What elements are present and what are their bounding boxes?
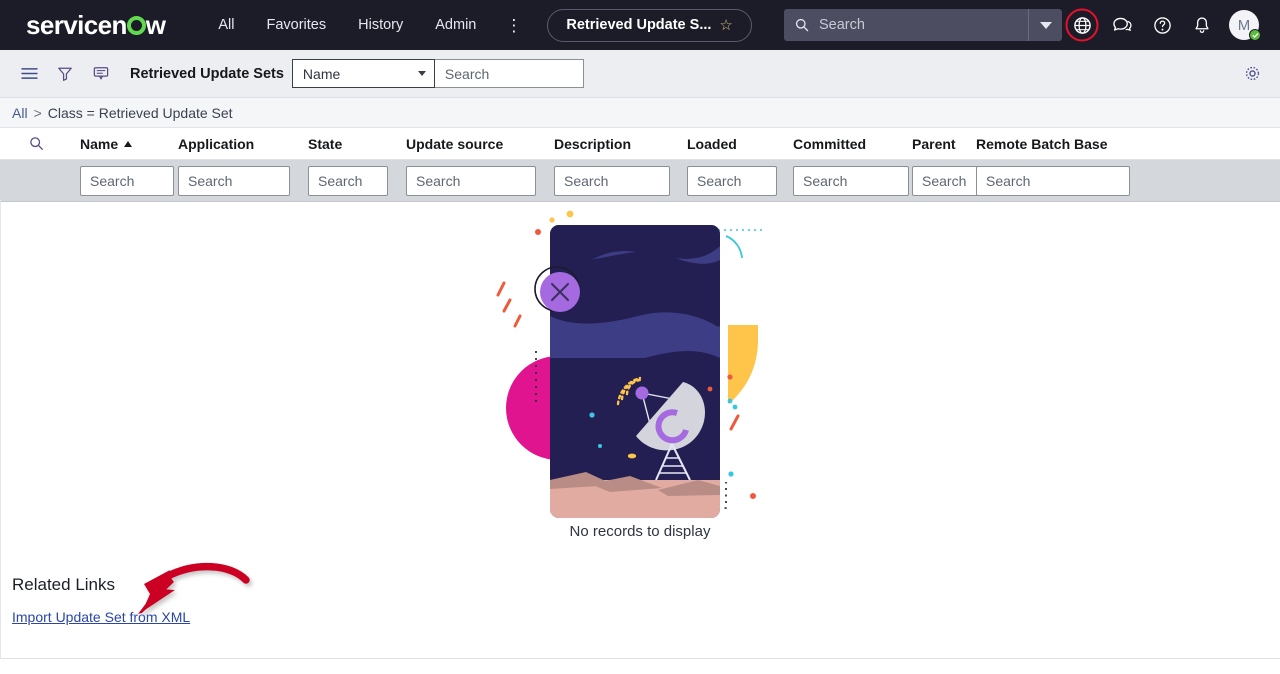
column-header-update-source[interactable]: Update source <box>398 136 546 152</box>
gear-icon <box>1244 65 1261 82</box>
column-header-application[interactable]: Application <box>170 136 300 152</box>
global-search-input[interactable]: Search <box>784 9 1028 41</box>
logo-o-icon <box>127 16 146 35</box>
satellite-dish-illustration <box>490 208 790 518</box>
filter-input-state[interactable]: Search <box>308 166 388 196</box>
annotation-button[interactable] <box>86 59 116 89</box>
filter-input-remote-batch-base[interactable]: Search <box>976 166 1130 196</box>
filter-input-application-placeholder: Search <box>188 173 232 189</box>
column-header-name-label: Name <box>80 136 118 152</box>
footer-rule <box>0 658 1280 659</box>
search-icon <box>795 18 809 32</box>
column-header-parent[interactable]: Parent <box>904 136 968 152</box>
search-field-select[interactable]: Name <box>292 59 435 88</box>
column-header-remote-batch-base[interactable]: Remote Batch Base <box>968 136 1128 152</box>
servicenow-logo[interactable]: servicen w <box>26 10 165 41</box>
search-icon <box>29 136 44 151</box>
help-button[interactable] <box>1142 5 1182 45</box>
filter-input-update-source[interactable]: Search <box>406 166 536 196</box>
chevron-down-icon <box>1040 22 1052 29</box>
filter-input-committed[interactable]: Search <box>793 166 909 196</box>
related-link-import-update-set-from-xml[interactable]: Import Update Set from XML <box>12 609 190 625</box>
column-header-description[interactable]: Description <box>546 136 679 152</box>
breadcrumb: All > Class = Retrieved Update Set <box>0 98 1280 128</box>
logo-text-last: w <box>146 10 166 41</box>
filter-button[interactable] <box>50 59 80 89</box>
top-navigation-bar: servicen w All Favorites History Admin ⋮ … <box>0 0 1280 50</box>
records-table: Name Application State Update source Des… <box>0 128 1280 202</box>
search-field-value: Name <box>303 66 340 82</box>
nav-item-admin[interactable]: Admin <box>419 11 492 39</box>
table-filter-row: Search Search Search Search Search Searc <box>0 160 1280 202</box>
open-tab-retrieved-update-sets[interactable]: Retrieved Update S... ☆ <box>547 9 752 42</box>
globe-icon <box>1073 16 1092 35</box>
filter-input-remote-batch-base-placeholder: Search <box>986 173 1030 189</box>
global-search-dropdown-button[interactable] <box>1028 9 1062 41</box>
hamburger-menu-icon <box>21 67 38 80</box>
filter-funnel-icon <box>57 66 73 82</box>
user-avatar-button[interactable]: M <box>1222 5 1266 45</box>
empty-state: No records to display <box>0 202 1280 562</box>
list-title: Retrieved Update Sets <box>130 66 284 82</box>
conversations-icon <box>1112 16 1133 35</box>
table-search-toggle-button[interactable] <box>20 136 52 151</box>
tab-label: Retrieved Update S... <box>566 17 711 33</box>
list-toolbar: Retrieved Update Sets Name Search <box>0 50 1280 98</box>
conversations-button[interactable] <box>1102 5 1142 45</box>
breadcrumb-condition[interactable]: Class = Retrieved Update Set <box>48 105 233 121</box>
list-search-input[interactable]: Search <box>435 59 584 88</box>
empty-state-message: No records to display <box>570 523 711 540</box>
check-icon <box>1252 32 1259 39</box>
column-header-committed[interactable]: Committed <box>785 136 904 152</box>
filter-input-name-placeholder: Search <box>90 173 134 189</box>
list-menu-button[interactable] <box>14 59 44 89</box>
language-globe-button[interactable] <box>1062 5 1102 45</box>
list-settings-button[interactable] <box>1238 60 1266 88</box>
top-nav-right-cluster: Search <box>784 5 1266 45</box>
filter-input-name[interactable]: Search <box>80 166 174 196</box>
primary-nav-links: All Favorites History Admin ⋮ Retrieved … <box>202 9 752 42</box>
online-status-badge <box>1249 29 1261 41</box>
chevron-down-icon <box>418 71 426 76</box>
nav-item-all[interactable]: All <box>202 11 250 39</box>
column-header-state[interactable]: State <box>300 136 398 152</box>
bell-icon <box>1193 16 1211 35</box>
logo-text-first: servicen <box>26 10 127 41</box>
filter-input-state-placeholder: Search <box>318 173 362 189</box>
filter-input-loaded-placeholder: Search <box>697 173 741 189</box>
content-left-rule <box>0 200 1 658</box>
filter-input-loaded[interactable]: Search <box>687 166 777 196</box>
breadcrumb-item-all[interactable]: All <box>12 105 28 121</box>
help-icon <box>1153 16 1172 35</box>
sort-ascending-icon <box>124 141 132 147</box>
column-header-name[interactable]: Name <box>60 136 170 152</box>
no-records-illustration <box>490 208 790 518</box>
speech-bubble-icon <box>93 66 109 81</box>
filter-input-committed-placeholder: Search <box>803 173 847 189</box>
filter-input-parent-placeholder: Search <box>922 173 966 189</box>
filter-input-update-source-placeholder: Search <box>416 173 460 189</box>
filter-input-description[interactable]: Search <box>554 166 670 196</box>
notifications-button[interactable] <box>1182 5 1222 45</box>
more-options-kebab-icon[interactable]: ⋮ <box>492 15 535 36</box>
table-header-row: Name Application State Update source Des… <box>0 128 1280 160</box>
breadcrumb-separator: > <box>34 105 42 121</box>
column-header-loaded[interactable]: Loaded <box>679 136 785 152</box>
filter-input-description-placeholder: Search <box>564 173 608 189</box>
related-links-section: Related Links Import Update Set from XML <box>12 575 190 627</box>
nav-item-favorites[interactable]: Favorites <box>250 11 342 39</box>
star-favorite-icon[interactable]: ☆ <box>719 18 732 33</box>
related-links-title: Related Links <box>12 575 190 595</box>
list-search-placeholder: Search <box>445 66 489 82</box>
global-search-placeholder: Search <box>819 17 865 33</box>
filter-input-application[interactable]: Search <box>178 166 290 196</box>
nav-item-history[interactable]: History <box>342 11 419 39</box>
